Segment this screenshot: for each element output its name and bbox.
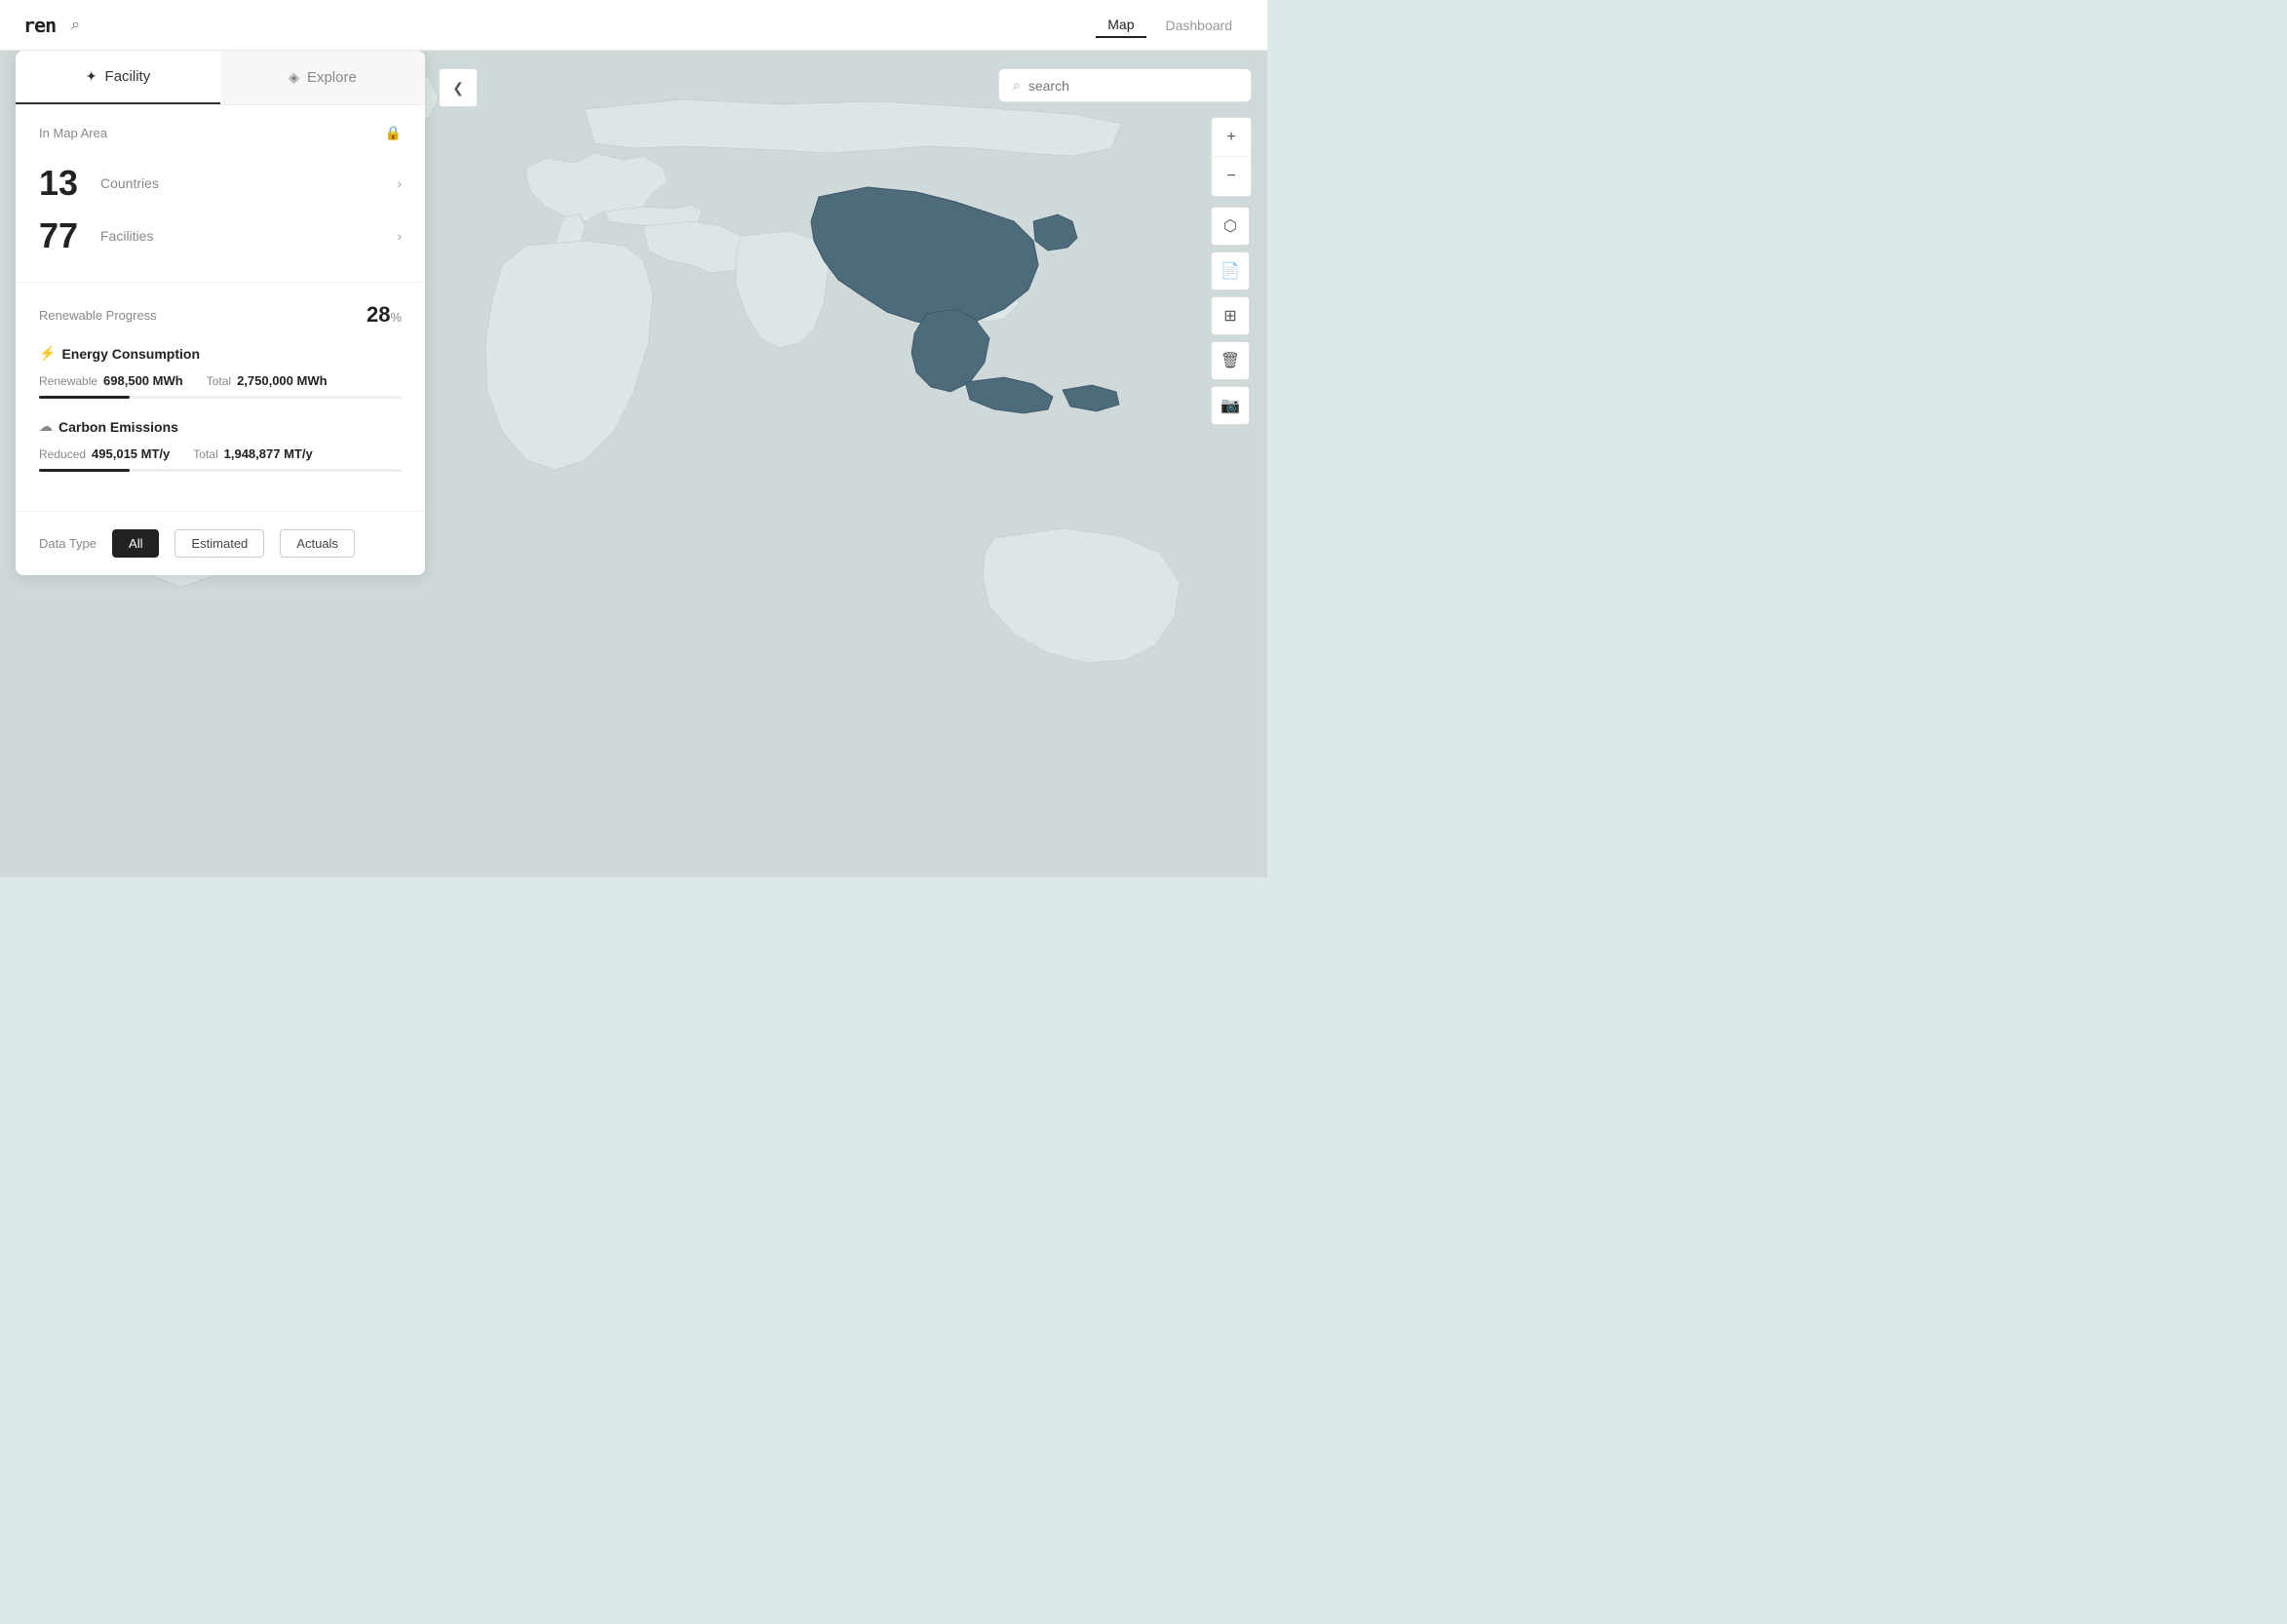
energy-renewable-label: Renewable (39, 374, 97, 388)
tab-map[interactable]: Map (1096, 13, 1145, 38)
facilities-count: 77 (39, 215, 93, 256)
lightning-icon: ⚡ (39, 345, 56, 362)
search-input[interactable] (1028, 78, 1237, 94)
energy-total-metric: Total 2,750,000 MWh (207, 373, 328, 388)
report-icon: 📄 (1221, 261, 1240, 281)
cloud-icon: ☁ (39, 418, 53, 435)
map-search-bar: ⌕ (998, 68, 1252, 102)
energy-total-value: 2,750,000 MWh (237, 373, 328, 388)
map-area-title: In Map Area (39, 126, 107, 140)
collapse-icon: ❮ (452, 80, 464, 97)
progress-section: Renewable Progress 28% ⚡ Energy Consumpt… (16, 283, 425, 512)
carbon-total-metric: Total 1,948,877 MT/y (193, 446, 312, 461)
carbon-reduced-metric: Reduced 495,015 MT/y (39, 446, 170, 461)
countries-label: Countries (100, 175, 397, 191)
energy-renewable-metric: Renewable 698,500 MWh (39, 373, 183, 388)
grid-button[interactable]: ⊞ (1211, 296, 1250, 335)
carbon-metrics-row: Reduced 495,015 MT/y Total 1,948,877 MT/… (39, 446, 402, 461)
energy-consumption-header: ⚡ Energy Consumption (39, 345, 402, 362)
data-type-all-button[interactable]: All (112, 529, 159, 558)
energy-renewable-value: 698,500 MWh (103, 373, 183, 388)
renewable-progress-label: Renewable Progress (39, 308, 157, 323)
data-type-label: Data Type (39, 536, 97, 551)
carbon-reduced-label: Reduced (39, 447, 86, 461)
report-button[interactable]: 📄 (1211, 251, 1250, 290)
countries-count: 13 (39, 163, 93, 204)
camera-button[interactable]: 📷 (1211, 386, 1250, 425)
energy-consumption-title: Energy Consumption (61, 346, 200, 362)
carbon-emissions-title: Carbon Emissions (58, 419, 178, 435)
carbon-total-value: 1,948,877 MT/y (224, 446, 313, 461)
facility-tab-label: Facility (105, 68, 151, 85)
grid-icon: ⊞ (1223, 306, 1236, 326)
carbon-total-label: Total (193, 447, 217, 461)
carbon-emissions-header: ☁ Carbon Emissions (39, 418, 402, 435)
facility-tab-icon: ✦ (86, 68, 97, 85)
tab-explore[interactable]: ◈ Explore (220, 51, 425, 104)
delete-button[interactable]: 🗑 (1211, 341, 1250, 380)
camera-icon: 📷 (1221, 396, 1240, 415)
nav-right: Map Dashboard (1096, 13, 1244, 38)
energy-metrics-row: Renewable 698,500 MWh Total 2,750,000 MW… (39, 373, 402, 388)
search-icon[interactable]: ⌕ (71, 17, 80, 34)
data-type-estimated-button[interactable]: Estimated (174, 529, 264, 558)
zoom-out-button[interactable]: − (1212, 157, 1251, 196)
carbon-progress-fill (39, 469, 130, 472)
sidebar-panel: ✦ Facility ◈ Explore In Map Area 🔒 13 Co… (16, 51, 425, 575)
zoom-controls: + − (1211, 117, 1252, 197)
energy-progress-track (39, 396, 402, 399)
selection-icon: ⬡ (1223, 216, 1237, 236)
renewable-progress-value: 28% (367, 302, 402, 328)
app-logo: ren (23, 14, 56, 37)
facilities-label: Facilities (100, 228, 397, 244)
selection-tool-button[interactable]: ⬡ (1211, 207, 1250, 246)
data-type-actuals-button[interactable]: Actuals (280, 529, 355, 558)
renewable-progress-row: Renewable Progress 28% (39, 302, 402, 328)
data-type-section: Data Type All Estimated Actuals (16, 512, 425, 575)
explore-tab-label: Explore (307, 69, 357, 86)
countries-stat-row[interactable]: 13 Countries › (39, 157, 402, 210)
zoom-in-button[interactable]: + (1212, 118, 1251, 157)
trash-icon: 🗑 (1221, 351, 1240, 370)
explore-tab-icon: ◈ (289, 69, 299, 86)
nav-left: ren ⌕ (23, 14, 80, 37)
energy-total-label: Total (207, 374, 231, 388)
map-area-section: In Map Area 🔒 13 Countries › 77 Faciliti… (16, 105, 425, 283)
sidebar-tab-group: ✦ Facility ◈ Explore (16, 51, 425, 105)
map-area-header: In Map Area 🔒 (39, 125, 402, 141)
zoom-in-icon: + (1226, 129, 1235, 146)
top-navigation: ren ⌕ Map Dashboard (0, 0, 1267, 51)
energy-progress-fill (39, 396, 130, 399)
tab-dashboard[interactable]: Dashboard (1154, 14, 1245, 37)
lock-icon: 🔒 (385, 125, 402, 141)
zoom-out-icon: − (1226, 168, 1235, 185)
facilities-chevron-icon: › (397, 228, 402, 244)
carbon-progress-track (39, 469, 402, 472)
collapse-sidebar-button[interactable]: ❮ (439, 68, 478, 107)
map-controls: + − ⬡ 📄 ⊞ 🗑 📷 (1211, 117, 1252, 425)
map-search-icon: ⌕ (1013, 77, 1021, 94)
countries-chevron-icon: › (397, 175, 402, 191)
tab-facility[interactable]: ✦ Facility (16, 51, 220, 104)
carbon-reduced-value: 495,015 MT/y (92, 446, 170, 461)
facilities-stat-row[interactable]: 77 Facilities › (39, 210, 402, 262)
